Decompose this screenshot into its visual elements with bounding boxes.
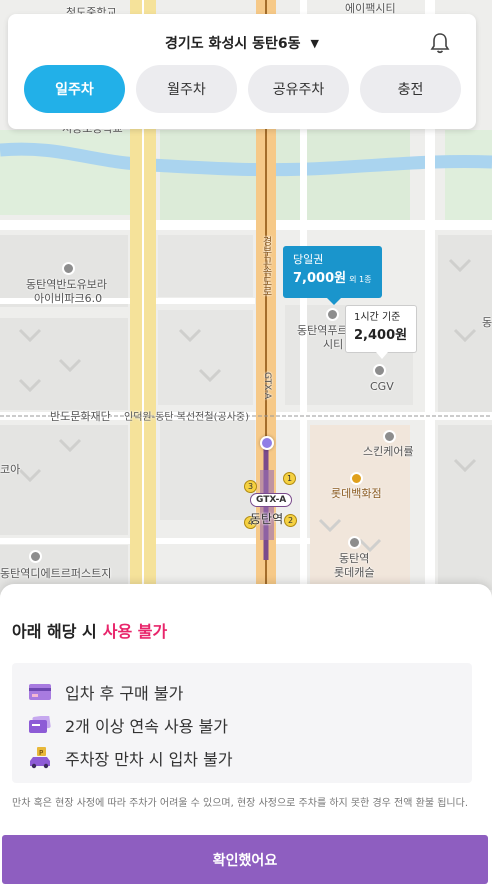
rule-text: 2개 이상 연속 사용 불가	[65, 716, 229, 736]
apartment-icon	[29, 550, 42, 563]
parking-type-tabs: 일주차 월주차 공유주차 충전	[24, 65, 461, 113]
map-label-foundation: 반도문화재단	[50, 410, 111, 423]
tab-shared-parking[interactable]: 공유주차	[248, 65, 349, 113]
current-location-icon	[260, 436, 274, 450]
map-label-dongtan-city-2: 시티	[323, 338, 344, 351]
rule-item: 2개 이상 연속 사용 불가	[28, 708, 456, 741]
sheet-title: 아래 해당 시 사용 불가	[12, 618, 167, 642]
shop-icon	[383, 430, 396, 443]
marker-price: 7,000원 외 1종	[293, 270, 372, 289]
map-label-lotte-castle-1: 동탄역	[339, 552, 370, 565]
map-label-apartment-1: 동탄역반도유보라	[26, 278, 107, 291]
map-label-skincare: 스킨케어률	[363, 445, 414, 458]
marker-price-value: 7,000원	[293, 271, 347, 286]
refund-notice: 만차 혹은 현장 사정에 따라 주차가 어려울 수 있으며, 현장 사정으로 주…	[12, 798, 468, 809]
region-label: 경기도 화성시 동탄6동	[165, 36, 301, 52]
card-icon	[28, 682, 52, 702]
rules-list: 입차 후 구매 불가 2개 이상 연속 사용 불가 P 주차장 만차 시 입차 …	[12, 663, 472, 783]
exit-number-2: 2	[284, 514, 297, 527]
map-label-dongtan-city-1: 동탄역푸르	[297, 324, 348, 337]
caret-down-icon: ▼	[310, 36, 319, 50]
map-label-right-edge: 동	[482, 316, 492, 329]
parking-marker-daily[interactable]: 당일권 7,000원 외 1종	[283, 246, 382, 305]
ticket-icon	[28, 715, 52, 735]
map-label-rail-line: 인덕원-동탄 복선전철(공사중)	[124, 412, 249, 423]
map-label-bottom-left: 동탄역디에트르퍼스트지	[0, 567, 112, 580]
parking-marker-hourly[interactable]: 1시간 기준 2,400원	[345, 305, 417, 359]
cinema-icon	[373, 364, 386, 377]
tab-charging[interactable]: 충전	[360, 65, 461, 113]
region-selector[interactable]: 경기도 화성시 동탄6동 ▼	[8, 32, 476, 54]
marker-extra: 외 1종	[349, 275, 372, 284]
restriction-bottom-sheet: 아래 해당 시 사용 불가 입차 후 구매 불가 2개 이상 연속 사용 불가 P…	[0, 584, 492, 892]
map-label-gtx-rail: GTX-A	[262, 372, 272, 400]
confirm-button[interactable]: 확인했어요	[2, 835, 488, 884]
marker-title: 1시간 기준	[354, 312, 401, 323]
bell-icon[interactable]	[430, 32, 450, 54]
map-label-apartment-2: 아이비파크6.0	[34, 292, 103, 305]
map-label-station: 동탄역	[250, 512, 284, 526]
tab-monthly-parking[interactable]: 월주차	[136, 65, 237, 113]
exit-number-1: 1	[283, 472, 296, 485]
marker-title: 당일권	[293, 253, 324, 266]
rule-text: 주차장 만차 시 입차 불가	[65, 749, 233, 769]
apartment-icon	[62, 262, 75, 275]
top-filter-card: 경기도 화성시 동탄6동 ▼ 일주차 월주차 공유주차 충전	[8, 14, 476, 129]
sheet-title-prefix: 아래 해당 시	[12, 622, 97, 641]
tab-daily-parking[interactable]: 일주차	[24, 65, 125, 113]
parking-car-icon: P	[28, 746, 52, 768]
rule-text: 입차 후 구매 불가	[65, 683, 184, 703]
department-store-icon	[350, 472, 363, 485]
building-icon	[326, 308, 339, 321]
map-label-lotte-castle-2: 롯데캐슬	[334, 566, 375, 579]
sheet-title-warn: 사용 불가	[102, 622, 168, 641]
map-label-left-edge: 코아	[0, 463, 21, 476]
exit-number-3: 3	[244, 480, 257, 493]
marker-price: 2,400원	[354, 328, 408, 343]
gtx-station-badge: GTX-A	[250, 493, 293, 507]
apartment-icon	[348, 536, 361, 549]
map-label-cgv: CGV	[370, 380, 394, 393]
map-label-lotte-department: 롯데백화점	[331, 487, 382, 500]
rule-item: 입차 후 구매 불가	[28, 675, 456, 708]
svg-text:P: P	[39, 749, 43, 757]
rule-item: P 주차장 만차 시 입차 불가	[28, 741, 456, 774]
map-label-expressway: 경부고속도로	[260, 236, 271, 296]
